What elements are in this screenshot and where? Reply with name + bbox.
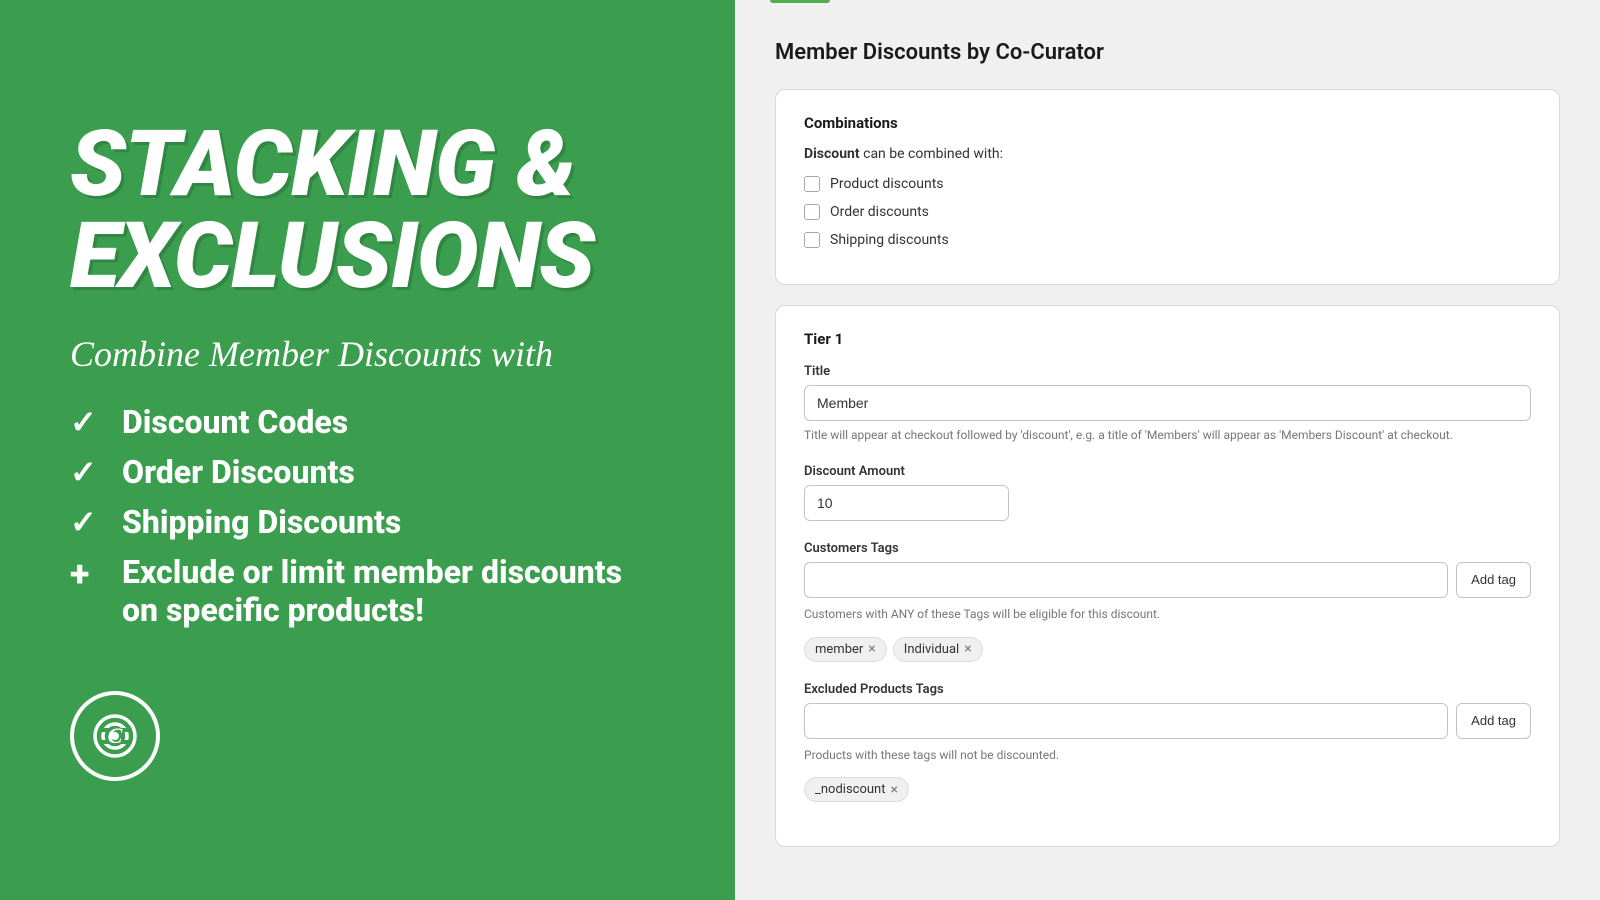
customers-tags-label: Customers Tags: [804, 541, 1531, 556]
title-label: Title: [804, 364, 1531, 379]
feature-item-3: ✓ Shipping Discounts: [70, 503, 665, 541]
customers-tags-input-row: Add tag: [804, 562, 1531, 598]
title-input[interactable]: [804, 385, 1531, 421]
customer-tag-member: member ×: [804, 637, 887, 662]
plus-icon: +: [70, 553, 106, 595]
checkbox-shipping-input[interactable]: [804, 232, 820, 248]
checkbox-order-label: Order discounts: [830, 204, 929, 220]
excluded-tag-nodiscount-label: _nodiscount: [815, 782, 885, 797]
customer-tag-member-label: member: [815, 642, 863, 657]
tier-card: Tier 1 Title Title will appear at checko…: [775, 305, 1560, 847]
check-icon-3: ✓: [70, 503, 106, 541]
title-hint: Title will appear at checkout followed b…: [804, 427, 1531, 444]
discount-amount-label: Discount Amount: [804, 464, 1531, 479]
feature-text-1: Discount Codes: [122, 403, 348, 441]
combinations-label: Discount can be combined with:: [804, 146, 1531, 162]
logo-svg: C: [89, 710, 141, 762]
checkbox-order[interactable]: Order discounts: [804, 204, 1531, 220]
combinations-label-bold: Discount: [804, 146, 860, 162]
checkbox-product-label: Product discounts: [830, 176, 944, 192]
excluded-products-section: Excluded Products Tags Add tag Products …: [804, 682, 1531, 803]
excluded-products-input[interactable]: [804, 703, 1448, 739]
combinations-title: Combinations: [804, 114, 1531, 132]
excluded-tag-nodiscount: _nodiscount ×: [804, 777, 909, 802]
customer-tag-individual-label: Individual: [904, 642, 959, 657]
discount-amount-row: %: [804, 485, 1009, 521]
feature-item-4: + Exclude or limit member discounts on s…: [70, 553, 665, 629]
customers-tags-row: member × Individual ×: [804, 637, 1531, 662]
customer-tag-individual: Individual ×: [893, 637, 983, 662]
excluded-tag-nodiscount-remove[interactable]: ×: [890, 783, 897, 797]
progress-bar: [770, 0, 830, 3]
feature-list: ✓ Discount Codes ✓ Order Discounts ✓ Shi…: [70, 403, 665, 641]
excluded-products-input-row: Add tag: [804, 703, 1531, 739]
discount-amount-section: Discount Amount %: [804, 464, 1531, 521]
customers-tags-input[interactable]: [804, 562, 1448, 598]
subtitle: Combine Member Discounts with: [70, 333, 665, 375]
check-icon-2: ✓: [70, 453, 106, 491]
customers-tags-section: Customers Tags Add tag Customers with AN…: [804, 541, 1531, 662]
checkbox-product[interactable]: Product discounts: [804, 176, 1531, 192]
title-section: Title Title will appear at checkout foll…: [804, 364, 1531, 444]
excluded-tags-row: _nodiscount ×: [804, 777, 1531, 802]
checkbox-order-input[interactable]: [804, 204, 820, 220]
checkbox-product-input[interactable]: [804, 176, 820, 192]
excluded-products-label: Excluded Products Tags: [804, 682, 1531, 697]
left-panel: STACKING &EXCLUSIONS Combine Member Disc…: [0, 0, 735, 900]
discount-amount-input[interactable]: [805, 486, 1009, 520]
customers-tags-add-button[interactable]: Add tag: [1456, 562, 1531, 598]
svg-text:C: C: [108, 723, 123, 748]
feature-text-2: Order Discounts: [122, 453, 355, 491]
feature-item-2: ✓ Order Discounts: [70, 453, 665, 491]
checkbox-shipping-label: Shipping discounts: [830, 232, 949, 248]
tier-label: Tier 1: [804, 330, 1531, 348]
headline: STACKING &EXCLUSIONS: [70, 119, 665, 303]
customer-tag-individual-remove[interactable]: ×: [964, 642, 971, 656]
combinations-label-text: can be combined with:: [863, 146, 1003, 162]
page-title: Member Discounts by Co-Curator: [775, 40, 1560, 65]
combinations-card: Combinations Discount can be combined wi…: [775, 89, 1560, 285]
logo: C: [70, 691, 160, 781]
customer-tag-member-remove[interactable]: ×: [868, 642, 875, 656]
right-panel: Member Discounts by Co-Curator Combinati…: [735, 0, 1600, 900]
check-icon-1: ✓: [70, 403, 106, 441]
checkbox-shipping[interactable]: Shipping discounts: [804, 232, 1531, 248]
logo-container: C: [70, 691, 665, 781]
excluded-products-add-button[interactable]: Add tag: [1456, 703, 1531, 739]
excluded-products-hint: Products with these tags will not be dis…: [804, 747, 1531, 764]
feature-text-4: Exclude or limit member discounts on spe…: [122, 553, 665, 629]
customers-tags-hint: Customers with ANY of these Tags will be…: [804, 606, 1531, 623]
feature-text-3: Shipping Discounts: [122, 503, 401, 541]
feature-item-1: ✓ Discount Codes: [70, 403, 665, 441]
